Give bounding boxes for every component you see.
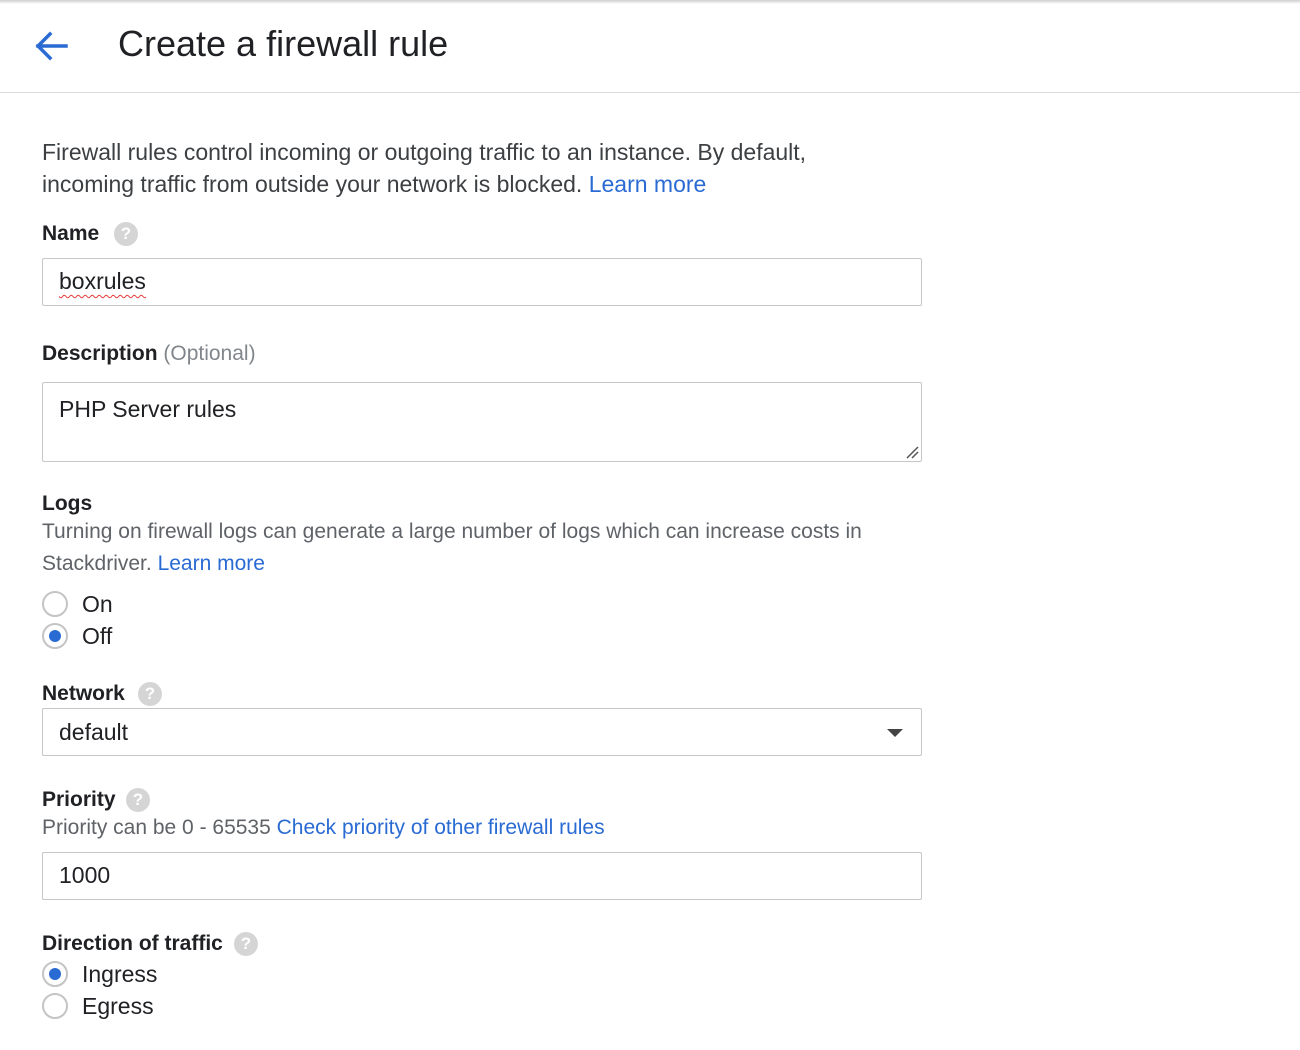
ingress-label: Ingress bbox=[82, 961, 158, 987]
back-button[interactable] bbox=[30, 26, 70, 66]
name-help-icon[interactable]: ? bbox=[114, 222, 138, 246]
page-header: Create a firewall rule bbox=[0, 0, 1300, 93]
network-select-value: default bbox=[59, 719, 129, 745]
egress-label: Egress bbox=[82, 993, 154, 1019]
direction-label: Direction of traffic bbox=[42, 932, 223, 955]
check-priority-link[interactable]: Check priority of other firewall rules bbox=[277, 816, 605, 839]
logs-on-radio[interactable] bbox=[42, 591, 68, 617]
network-help-icon[interactable]: ? bbox=[138, 682, 162, 706]
priority-field[interactable]: 1000 bbox=[42, 852, 922, 900]
network-label: Network bbox=[42, 682, 125, 705]
arrow-back-icon bbox=[35, 31, 68, 61]
logs-help-text: Turning on firewall logs can generate a … bbox=[42, 516, 922, 580]
network-select[interactable]: default bbox=[42, 708, 922, 756]
logs-off-radio[interactable] bbox=[42, 623, 68, 649]
name-field[interactable]: boxrules bbox=[42, 258, 922, 306]
priority-help-text: Priority can be 0 - 65535 Check priority… bbox=[42, 812, 605, 844]
ingress-radio[interactable] bbox=[42, 961, 68, 987]
optional-hint: (Optional) bbox=[163, 342, 256, 365]
logs-label: Logs bbox=[42, 492, 93, 515]
description-label: Description (Optional) bbox=[42, 340, 256, 368]
direction-help-icon[interactable]: ? bbox=[234, 932, 258, 956]
dropdown-arrow-icon bbox=[887, 729, 903, 737]
logs-option-on[interactable]: On bbox=[42, 589, 113, 619]
resize-handle-icon[interactable] bbox=[905, 445, 919, 459]
logs-learn-more-link[interactable]: Learn more bbox=[158, 552, 265, 575]
priority-label: Priority bbox=[42, 788, 116, 811]
page-title: Create a firewall rule bbox=[118, 23, 449, 64]
name-label: Name bbox=[42, 222, 100, 245]
description-label-text: Description bbox=[42, 342, 158, 365]
logs-on-label: On bbox=[82, 591, 113, 617]
name-input-value: boxrules bbox=[59, 268, 146, 294]
direction-option-ingress[interactable]: Ingress bbox=[42, 959, 157, 989]
description-input-value: PHP Server rules bbox=[59, 396, 237, 422]
intro-text: Firewall rules control incoming or outgo… bbox=[42, 136, 902, 200]
logs-option-off[interactable]: Off bbox=[42, 621, 112, 651]
intro-learn-more-link[interactable]: Learn more bbox=[589, 171, 707, 197]
priority-input-value: 1000 bbox=[59, 862, 111, 888]
priority-help-icon[interactable]: ? bbox=[126, 788, 150, 812]
priority-range-text: Priority can be 0 - 65535 bbox=[42, 816, 271, 839]
description-field[interactable]: PHP Server rules bbox=[42, 382, 922, 462]
logs-off-label: Off bbox=[82, 623, 113, 649]
direction-option-egress[interactable]: Egress bbox=[42, 991, 154, 1021]
egress-radio[interactable] bbox=[42, 993, 68, 1019]
